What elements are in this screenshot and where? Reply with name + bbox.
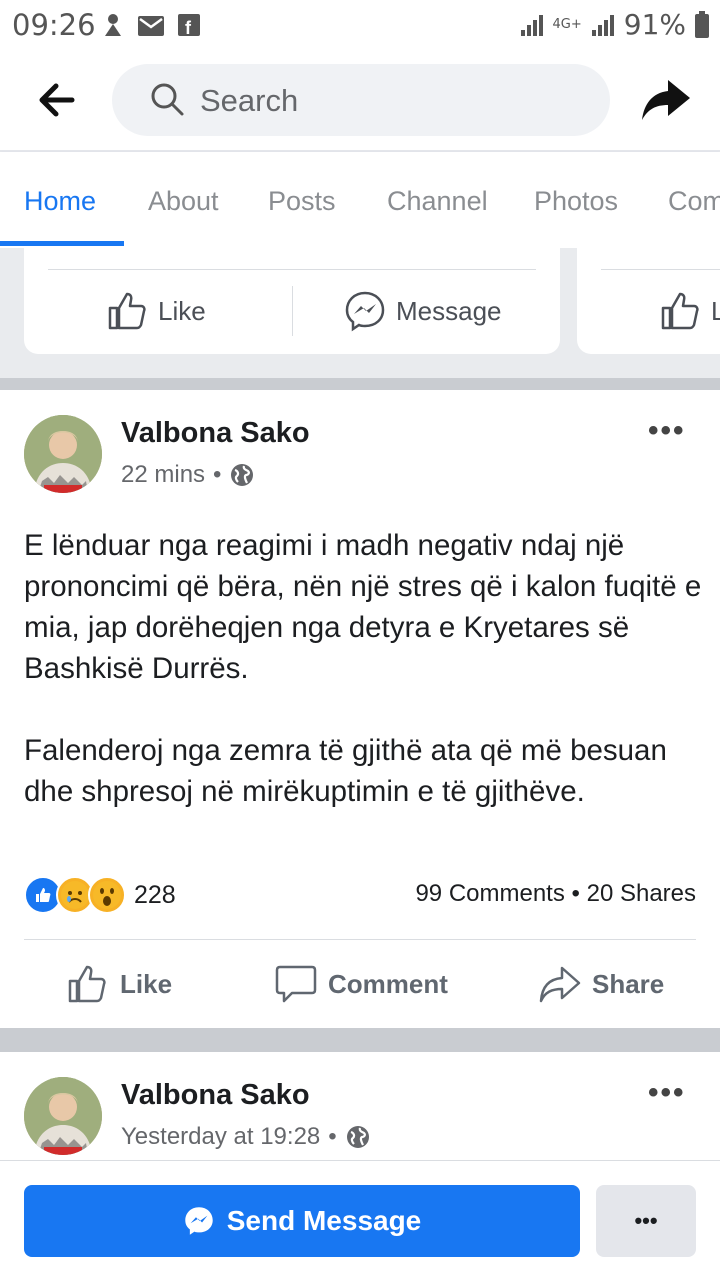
stats-separator-dot: •	[571, 880, 587, 907]
card-like-button[interactable]: Like	[106, 290, 206, 332]
battery-percent: 91%	[623, 8, 686, 41]
profile-photo	[24, 1077, 102, 1155]
back-arrow-icon[interactable]	[36, 82, 76, 118]
like-icon	[68, 965, 106, 1003]
shares-count[interactable]: 20 Shares	[587, 880, 696, 907]
card-like-button-2[interactable]: L	[659, 290, 720, 332]
top-header: Search	[0, 50, 720, 152]
globe-icon	[346, 1126, 369, 1148]
share-button[interactable]: Share	[538, 963, 664, 1005]
post-actions-divider	[24, 939, 696, 940]
search-bar[interactable]: Search	[112, 64, 610, 136]
post-time[interactable]: Yesterday at 19:28	[121, 1123, 320, 1151]
post-separator	[0, 1028, 720, 1052]
signal-icon-2	[591, 14, 614, 36]
post-meta: Yesterday at 19:28 •	[121, 1123, 371, 1151]
section-separator	[0, 378, 720, 390]
comment-label: Comment	[328, 968, 448, 999]
send-message-button[interactable]: Send Message	[24, 1185, 580, 1257]
more-options-icon: •••	[634, 1208, 658, 1233]
comments-count[interactable]: 99 Comments	[415, 880, 564, 907]
wow-reaction-icon	[88, 876, 126, 914]
meta-separator-dot: •	[213, 461, 222, 488]
share-icon	[539, 966, 581, 1003]
send-message-label: Send Message	[226, 1205, 422, 1236]
tab-about[interactable]: About	[148, 186, 219, 217]
signal-icon	[520, 14, 543, 36]
comment-icon	[275, 965, 317, 1003]
share-page-icon[interactable]	[640, 76, 692, 124]
messenger-icon	[345, 291, 385, 332]
more-options-button[interactable]: •••	[596, 1185, 696, 1257]
card-message-label: Message	[396, 295, 502, 326]
bottom-action-bar: Send Message •••	[0, 1160, 720, 1281]
card-divider-2	[601, 269, 720, 270]
battery-icon	[695, 10, 709, 38]
tab-home[interactable]: Home	[24, 186, 96, 217]
globe-icon	[231, 464, 254, 486]
page-card-partial: L	[577, 248, 720, 354]
reaction-summary[interactable]: 228	[24, 876, 176, 914]
avatar[interactable]	[24, 1077, 102, 1155]
tab-posts[interactable]: Posts	[268, 186, 336, 217]
messenger-icon	[185, 1207, 213, 1235]
avatar[interactable]	[24, 415, 102, 493]
share-label: Share	[592, 968, 665, 999]
card-like-label-partial: L	[711, 295, 720, 326]
post-author[interactable]: Valbona Sako	[121, 1079, 310, 1112]
page-card: Like Message	[24, 248, 560, 354]
active-tab-indicator	[0, 241, 124, 246]
card-divider	[48, 269, 536, 270]
post-options-icon[interactable]: •••	[648, 1076, 686, 1110]
post-options-icon[interactable]: •••	[648, 414, 686, 448]
meta-separator-dot: •	[328, 1123, 337, 1150]
svg-text:f: f	[185, 18, 192, 38]
reaction-count: 228	[134, 880, 176, 909]
card-like-label: Like	[158, 295, 206, 326]
like-icon	[661, 292, 699, 330]
status-indicators: 4G+ 91%	[519, 8, 710, 41]
post-paragraph: E lënduar nga reagimi i madh negativ nda…	[24, 529, 702, 685]
like-icon	[108, 292, 146, 330]
search-placeholder: Search	[200, 83, 299, 118]
tab-photos[interactable]: Photos	[534, 186, 618, 217]
post-author[interactable]: Valbona Sako	[121, 417, 310, 450]
like-button[interactable]: Like	[66, 963, 172, 1005]
page-tabs: Home About Posts Channel Photos Com	[0, 152, 720, 248]
tab-community[interactable]: Com	[668, 186, 720, 217]
like-label: Like	[120, 968, 173, 999]
notification-icons: f	[100, 10, 210, 45]
card-message-button[interactable]: Message	[344, 290, 502, 332]
comment-button[interactable]: Comment	[274, 963, 448, 1005]
tab-channel[interactable]: Channel	[387, 186, 488, 217]
post-time[interactable]: 22 mins	[121, 461, 205, 489]
network-type: 4G+	[552, 17, 582, 32]
post-paragraph: Falenderoj nga zemra të gjithë ata që më…	[24, 734, 667, 808]
post-meta: 22 mins •	[121, 461, 255, 489]
card-vertical-divider	[292, 286, 293, 336]
search-icon	[151, 83, 184, 116]
post-body: E lënduar nga reagimi i madh negativ nda…	[24, 525, 704, 853]
post-stats: 99 Comments • 20 Shares	[415, 880, 696, 908]
status-time: 09:26	[12, 8, 96, 42]
status-bar: 09:26 f 4G+ 91%	[0, 0, 720, 50]
profile-photo	[24, 415, 102, 493]
